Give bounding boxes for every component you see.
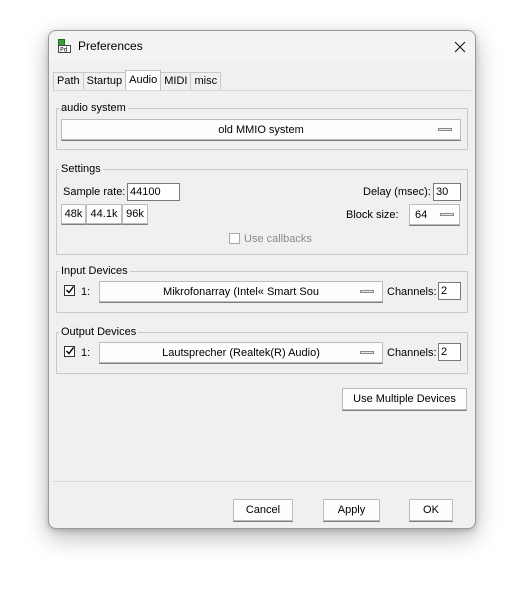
menu-indicator-icon — [360, 350, 374, 354]
input-device-index: 1: — [81, 286, 91, 298]
sample-rate-label: Sample rate: — [63, 186, 126, 198]
input-devices-group: Input Devices 1: Mikrofonarray (Intel« S… — [56, 264, 468, 313]
tab-path[interactable]: Path — [53, 72, 84, 90]
audio-system-group: audio system old MMIO system — [56, 101, 468, 150]
block-size-value: 64 — [415, 208, 428, 221]
delay-input[interactable]: 30 — [433, 183, 461, 201]
check-icon — [66, 286, 75, 294]
input-channels-label: Channels: — [387, 286, 437, 298]
pd-app-icon: Pd — [58, 39, 71, 53]
check-icon — [66, 347, 75, 355]
output-channels-label: Channels: — [387, 347, 437, 359]
preferences-window: Pd Preferences Path Startup Audio MIDI m… — [48, 30, 476, 529]
rate-48k-button[interactable]: 48k — [61, 204, 86, 224]
title-bar: Pd Preferences — [49, 31, 475, 62]
settings-group: Settings Sample rate: 44100 Delay (msec)… — [56, 162, 468, 255]
close-button[interactable] — [445, 31, 475, 62]
tab-startup[interactable]: Startup — [82, 72, 127, 90]
tab-misc[interactable]: misc — [190, 72, 222, 90]
window-title: Preferences — [78, 39, 143, 53]
audio-system-menu[interactable]: old MMIO system — [61, 119, 461, 140]
sample-rate-input[interactable]: 44100 — [127, 183, 180, 201]
audio-panel: audio system old MMIO system Settings Sa… — [53, 90, 471, 491]
audio-system-title: audio system — [59, 101, 128, 115]
settings-title: Settings — [59, 162, 103, 176]
input-device-value: Mikrofonarray (Intel« Smart Sou — [163, 285, 319, 298]
cancel-button[interactable]: Cancel — [233, 499, 293, 521]
output-channels-input[interactable]: 2 — [438, 343, 461, 361]
input-device-checkbox[interactable] — [64, 285, 75, 296]
input-devices-title: Input Devices — [59, 264, 130, 278]
output-devices-title: Output Devices — [59, 325, 139, 339]
apply-button[interactable]: Apply — [323, 499, 380, 521]
use-callbacks-label: Use callbacks — [244, 233, 312, 245]
delay-label: Delay (msec): — [363, 186, 431, 198]
audio-system-value: old MMIO system — [218, 123, 304, 136]
input-channels-input[interactable]: 2 — [438, 282, 461, 300]
block-size-label: Block size: — [346, 209, 399, 221]
tab-audio[interactable]: Audio — [125, 70, 162, 90]
output-devices-group: Output Devices 1: Lautsprecher (Realtek(… — [56, 325, 468, 374]
menu-indicator-icon — [440, 212, 454, 216]
rate-96k-button[interactable]: 96k — [122, 204, 148, 224]
input-device-menu[interactable]: Mikrofonarray (Intel« Smart Sou — [99, 281, 383, 302]
tab-midi[interactable]: MIDI — [160, 72, 192, 90]
footer-divider — [53, 481, 471, 482]
menu-indicator-icon — [360, 289, 374, 293]
use-callbacks-checkbox[interactable] — [229, 233, 240, 244]
rate-44k-button[interactable]: 44.1k — [86, 204, 122, 224]
app-icon-text: Pd — [60, 47, 68, 54]
output-device-index: 1: — [81, 347, 91, 359]
ok-button[interactable]: OK — [409, 499, 453, 521]
use-multiple-devices-button[interactable]: Use Multiple Devices — [342, 388, 467, 410]
output-device-checkbox[interactable] — [64, 346, 75, 357]
output-device-menu[interactable]: Lautsprecher (Realtek(R) Audio) — [99, 342, 383, 363]
output-device-value: Lautsprecher (Realtek(R) Audio) — [162, 346, 320, 359]
menu-indicator-icon — [438, 127, 452, 131]
close-icon — [454, 41, 466, 52]
tab-bar: Path Startup Audio MIDI misc — [53, 70, 222, 90]
block-size-menu[interactable]: 64 — [409, 204, 460, 225]
